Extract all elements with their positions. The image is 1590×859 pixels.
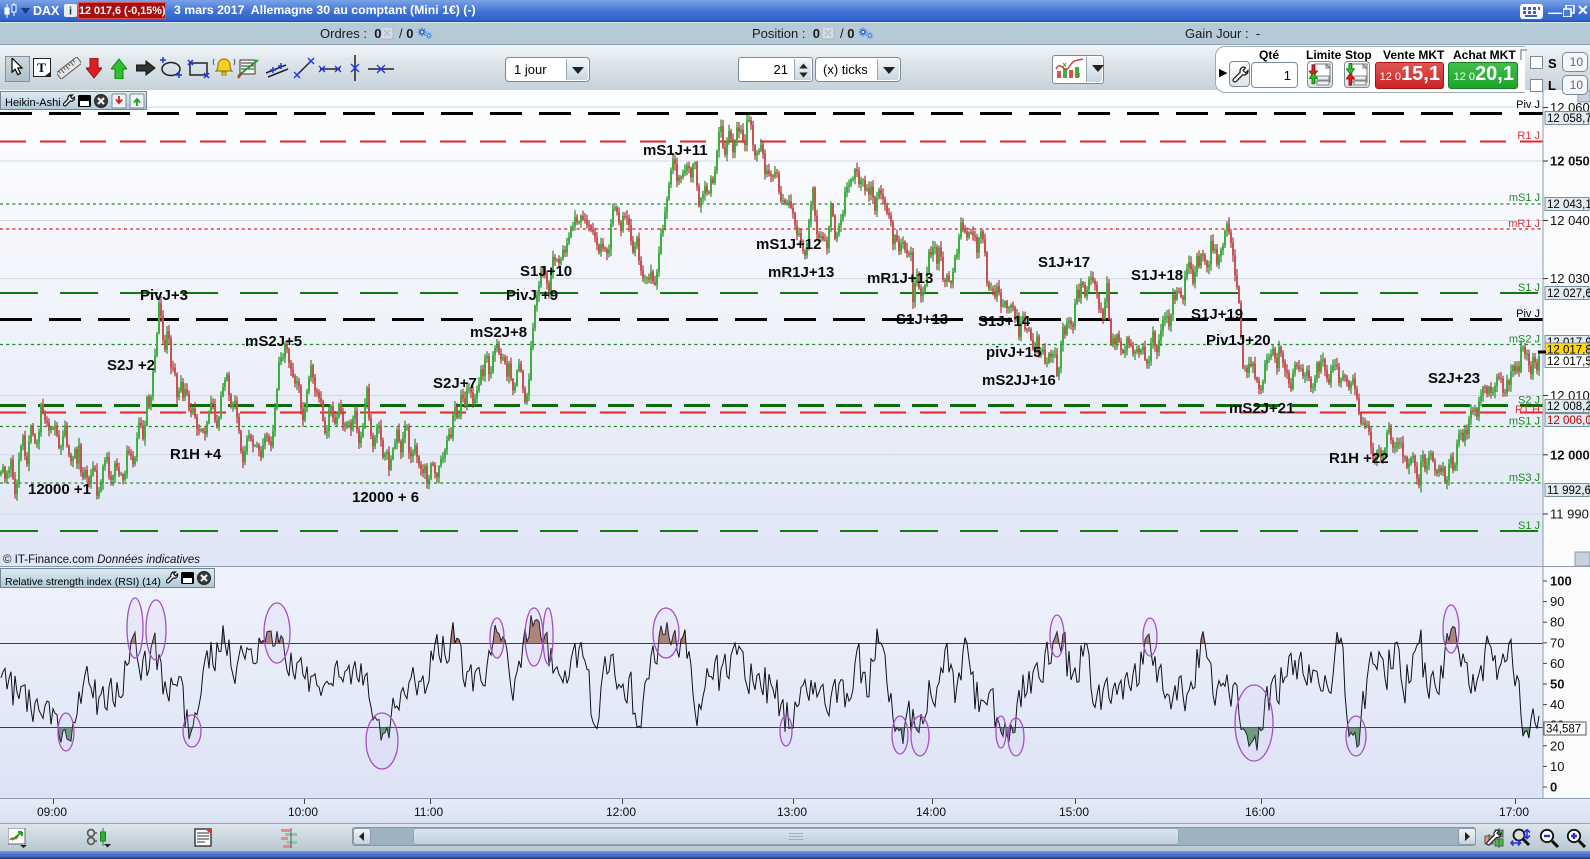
- svg-text:R1H +22: R1H +22: [1329, 450, 1389, 467]
- svg-text:i: i: [69, 6, 72, 18]
- svg-text:mS3 J: mS3 J: [1509, 472, 1540, 484]
- svg-text:12 030: 12 030: [1550, 271, 1590, 286]
- svg-text:12 006,0: 12 006,0: [1547, 415, 1590, 427]
- svg-text:R1 H: R1 H: [1515, 404, 1540, 416]
- svg-text:12 008,2: 12 008,2: [1547, 401, 1590, 413]
- svg-text:Piv J: Piv J: [1516, 308, 1540, 320]
- svg-text:S1J+14: S1J+14: [978, 313, 1031, 330]
- svg-text:80: 80: [1550, 615, 1564, 630]
- svg-text:mS1J+11: mS1J+11: [643, 142, 708, 159]
- svg-text:12 050: 12 050: [1550, 154, 1590, 169]
- svg-text:40: 40: [1550, 697, 1564, 712]
- svg-text:T: T: [37, 60, 46, 75]
- svg-text:12 027,6: 12 027,6: [1547, 288, 1590, 300]
- svg-text:mS2J+5: mS2J+5: [245, 333, 302, 350]
- svg-text:12000 + 6: 12000 + 6: [352, 489, 419, 506]
- svg-text:70: 70: [1550, 635, 1564, 650]
- svg-text:mS2J+8: mS2J+8: [470, 324, 527, 341]
- svg-text:S1J+17: S1J+17: [1038, 254, 1090, 271]
- svg-text:PivJ +9: PivJ +9: [506, 287, 558, 304]
- svg-text:mR1 J: mR1 J: [1508, 218, 1540, 230]
- svg-text:12 058,7: 12 058,7: [1547, 113, 1590, 125]
- svg-text:S2J+23: S2J+23: [1428, 370, 1480, 387]
- svg-text:S1J+13: S1J+13: [896, 311, 948, 328]
- svg-text:34,587: 34,587: [1546, 724, 1581, 736]
- svg-text:mR1J+13: mR1J+13: [867, 270, 933, 287]
- svg-text:Piv J: Piv J: [1516, 99, 1540, 111]
- svg-text:20: 20: [1550, 738, 1564, 753]
- svg-text:12 000: 12 000: [1550, 447, 1590, 462]
- svg-text:S1J+19: S1J+19: [1191, 306, 1243, 323]
- svg-text:S1 J: S1 J: [1518, 282, 1540, 294]
- svg-text:11 992,6: 11 992,6: [1547, 485, 1590, 497]
- svg-text:pivJ+15: pivJ+15: [986, 344, 1041, 361]
- svg-text:12 040: 12 040: [1550, 213, 1590, 228]
- svg-text:60: 60: [1550, 656, 1564, 671]
- svg-text:mS2 J: mS2 J: [1509, 334, 1540, 346]
- svg-text:S1J+10: S1J+10: [520, 263, 572, 280]
- svg-text:10: 10: [1550, 759, 1564, 774]
- svg-text:S2J+7: S2J+7: [433, 375, 477, 392]
- svg-text:12 043,1: 12 043,1: [1547, 199, 1590, 211]
- svg-text:11 990: 11 990: [1550, 507, 1589, 522]
- svg-text:mS1J+12: mS1J+12: [756, 236, 821, 253]
- svg-text:mR1J+13: mR1J+13: [768, 264, 834, 281]
- svg-text:R1H +4: R1H +4: [170, 446, 222, 463]
- svg-text:S2J +2: S2J +2: [107, 357, 155, 374]
- svg-text:12000 +1: 12000 +1: [28, 481, 91, 498]
- svg-text:mS2JJ+16: mS2JJ+16: [982, 372, 1056, 389]
- svg-text:mS2J+21: mS2J+21: [1229, 400, 1294, 417]
- svg-text:90: 90: [1550, 594, 1564, 609]
- svg-text:mS1 J: mS1 J: [1509, 192, 1540, 204]
- svg-text:100: 100: [1550, 574, 1572, 589]
- svg-text:S1J+18: S1J+18: [1131, 267, 1183, 284]
- svg-text:PivJ+3: PivJ+3: [140, 287, 188, 304]
- svg-text:S1 J: S1 J: [1518, 520, 1540, 532]
- svg-text:0: 0: [1550, 780, 1557, 795]
- svg-text:R1 J: R1 J: [1517, 130, 1540, 142]
- svg-text:mS1 J: mS1 J: [1509, 416, 1540, 428]
- svg-text:50: 50: [1550, 677, 1564, 692]
- svg-text:12 017,5: 12 017,5: [1547, 356, 1590, 368]
- svg-text:Piv1J+20: Piv1J+20: [1206, 332, 1271, 349]
- svg-text:© IT-Finance.com Données indic: © IT-Finance.com Données indicatives: [3, 554, 200, 566]
